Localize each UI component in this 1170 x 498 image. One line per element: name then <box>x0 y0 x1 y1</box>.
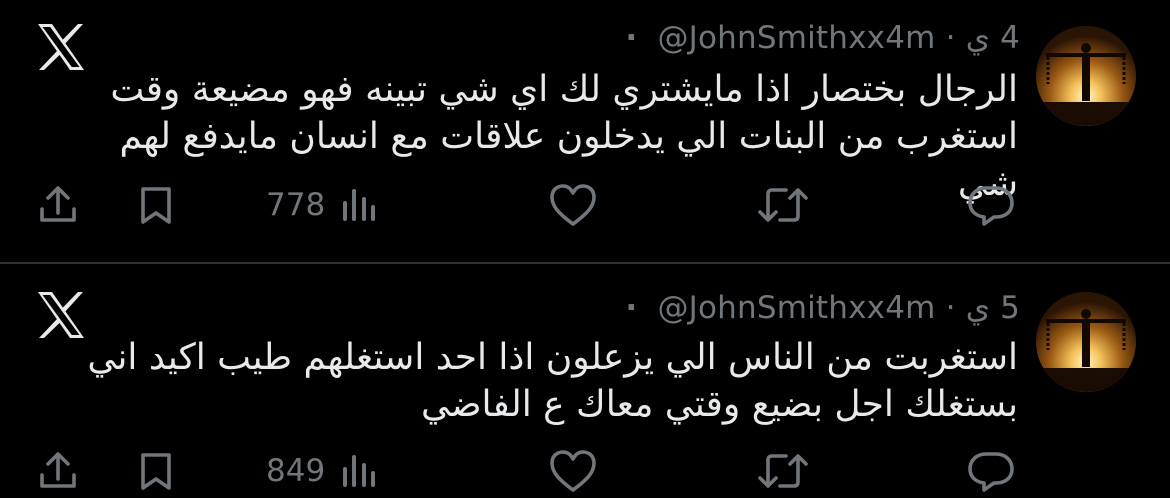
tweet-time[interactable]: 5 ي <box>966 290 1020 326</box>
views-count: 778 <box>266 187 326 223</box>
reply-icon <box>968 452 1014 492</box>
tweet-card[interactable]: · @JohnSmithxx4m · 4 ي الرجال بختصار اذا… <box>0 0 1170 262</box>
bookmark-button[interactable] <box>134 180 178 230</box>
avatar[interactable] <box>1036 26 1136 126</box>
tweet-card[interactable]: · @JohnSmithxx4m · 5 ي استغربت من الناس … <box>0 264 1170 498</box>
tweet-meta: · @JohnSmithxx4m · 5 ي <box>625 290 1020 326</box>
tweet-actions: 849 <box>0 446 1170 496</box>
retweet-icon <box>758 454 808 488</box>
reply-button[interactable] <box>966 446 1016 496</box>
share-button[interactable] <box>36 180 80 230</box>
retweet-button[interactable] <box>756 446 810 496</box>
views-button[interactable]: 849 <box>266 446 381 496</box>
meta-dot: · <box>625 20 638 56</box>
views-button[interactable]: 778 <box>266 180 381 230</box>
avatar[interactable] <box>1036 292 1136 392</box>
tweet-text: استغربت من الناس الي يزعلون اذا احد استغ… <box>87 337 1018 425</box>
retweet-button[interactable] <box>756 180 810 230</box>
like-icon <box>550 450 596 492</box>
meta-separator: · <box>945 20 956 56</box>
reply-button[interactable] <box>966 180 1016 230</box>
user-handle[interactable]: @JohnSmithxx4m <box>657 20 935 56</box>
share-icon <box>40 452 76 488</box>
tweet-meta: · @JohnSmithxx4m · 4 ي <box>625 20 1020 56</box>
retweet-icon <box>758 188 808 222</box>
views-icon <box>343 455 376 487</box>
bookmark-icon <box>141 453 171 490</box>
share-icon <box>40 186 76 222</box>
views-icon <box>343 189 376 221</box>
like-icon <box>550 184 596 226</box>
meta-dot: · <box>625 290 638 326</box>
user-handle[interactable]: @JohnSmithxx4m <box>657 290 935 326</box>
views-count: 849 <box>266 453 326 489</box>
avatar-image <box>1036 292 1136 392</box>
bookmark-icon <box>141 187 171 224</box>
share-button[interactable] <box>36 446 80 496</box>
tweet-actions: 778 <box>0 180 1170 230</box>
like-button[interactable] <box>548 446 598 496</box>
bookmark-button[interactable] <box>134 446 178 496</box>
avatar-image <box>1036 26 1136 126</box>
like-button[interactable] <box>548 180 598 230</box>
meta-separator: · <box>945 290 956 326</box>
tweet-time[interactable]: 4 ي <box>966 20 1020 56</box>
reply-icon <box>968 186 1014 226</box>
